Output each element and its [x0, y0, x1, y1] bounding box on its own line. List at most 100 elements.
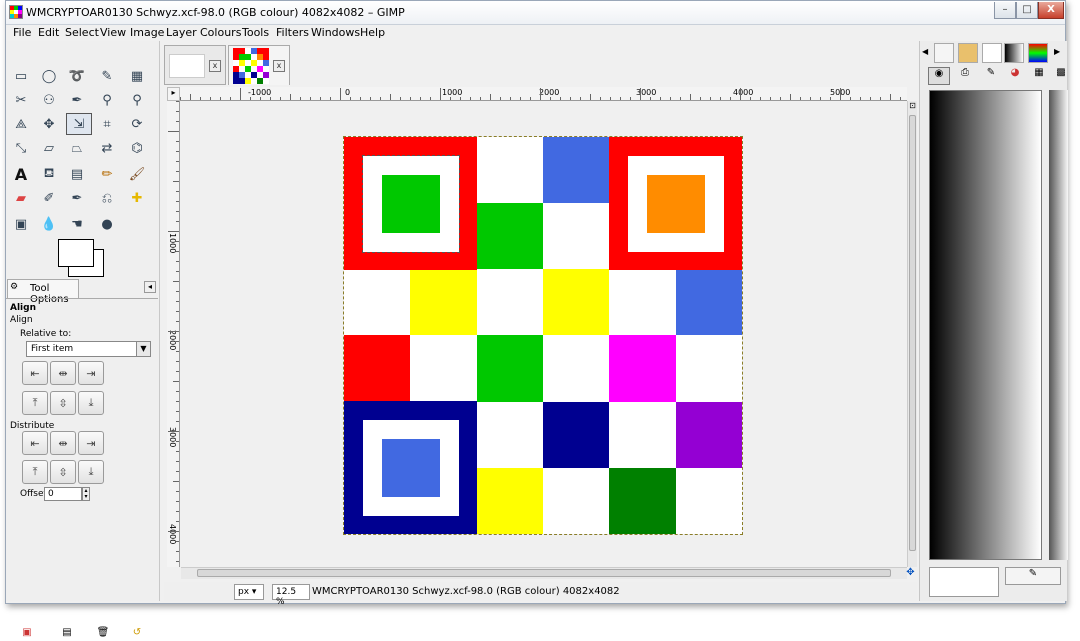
heal-icon[interactable]: ✚ — [124, 187, 150, 209]
tab-colormap[interactable] — [1028, 43, 1048, 63]
printer-icon[interactable]: ⎙ — [954, 67, 976, 85]
dock-left-arrow-icon[interactable]: ◀ — [922, 47, 928, 56]
palette-icon[interactable]: ▦ — [1028, 67, 1050, 85]
tab-brushes[interactable] — [958, 43, 978, 63]
color-icon[interactable]: ◕ — [1004, 67, 1026, 85]
distribute-top-button[interactable]: ⤒ — [22, 460, 48, 484]
menu-layer[interactable]: Layer — [166, 26, 197, 39]
close-icon[interactable]: x — [273, 60, 285, 72]
menu-view[interactable]: View — [100, 26, 126, 39]
distribute-right-button[interactable]: ⇥ — [78, 431, 104, 455]
edit-icon[interactable]: ✎ — [1005, 567, 1061, 585]
free-select-icon[interactable]: ➰ — [64, 65, 90, 87]
navigate-icon[interactable]: ✥ — [904, 567, 917, 580]
bucket-fill-icon[interactable]: ⛾ — [36, 163, 62, 185]
configure-tab-icon[interactable]: ◂ — [144, 281, 156, 293]
relative-to-select[interactable]: First item ▼ — [26, 341, 151, 357]
menu-image[interactable]: Image — [130, 26, 164, 39]
align-right-button[interactable]: ⇥ — [78, 361, 104, 385]
foreground-select-icon[interactable]: ⚇ — [36, 89, 62, 111]
gradient-preview[interactable] — [929, 90, 1042, 560]
distribute-center-button[interactable]: ⇹ — [50, 431, 76, 455]
airbrush-icon[interactable]: ✐ — [36, 187, 62, 209]
text-tool-icon[interactable]: A — [8, 163, 34, 185]
flip-icon[interactable]: ⇄ — [94, 137, 120, 159]
menu-tools[interactable]: Tools — [242, 26, 269, 39]
ruler-corner-icon[interactable]: ▸ — [167, 87, 180, 101]
menu-filters[interactable]: Filters — [276, 26, 309, 39]
perspective-clone-icon[interactable]: ▣ — [8, 213, 34, 235]
menu-colours[interactable]: Colours — [200, 26, 241, 39]
delete-options-icon[interactable]: 🗑 — [96, 627, 110, 639]
gradient-list[interactable] — [1049, 90, 1068, 560]
menu-windows[interactable]: Windows — [311, 26, 360, 39]
blur-icon[interactable]: 💧 — [36, 213, 62, 235]
fuzzy-select-icon[interactable]: ✎ — [94, 65, 120, 87]
save-options-icon[interactable]: ▣ — [20, 627, 34, 639]
image-tab-blank[interactable]: x — [164, 45, 226, 85]
rect-select-icon[interactable]: ▭ — [8, 65, 34, 87]
close-button[interactable]: X — [1038, 2, 1064, 19]
dodge-burn-icon[interactable]: ● — [94, 213, 120, 235]
align-top-button[interactable]: ⤒ — [22, 391, 48, 415]
shear-icon[interactable]: ▱ — [36, 137, 62, 159]
distribute-bottom-button[interactable]: ⤓ — [78, 460, 104, 484]
measure-icon[interactable]: ⟁ — [8, 113, 34, 135]
foreground-color[interactable] — [58, 239, 94, 267]
cage-transform-icon[interactable]: ⌬ — [124, 137, 150, 159]
horizontal-ruler[interactable]: -1000 0 1000 2000 3000 4000 5000 — [180, 87, 907, 101]
gimp-icon[interactable]: ◉ — [928, 67, 950, 85]
align-bottom-button[interactable]: ⤓ — [78, 391, 104, 415]
scale-icon[interactable]: ⤡ — [8, 137, 34, 159]
menu-help[interactable]: Help — [360, 26, 385, 39]
minimize-button[interactable]: – — [994, 2, 1016, 19]
scissors-icon[interactable]: ✂ — [8, 89, 34, 111]
vertical-scroll-thumb[interactable] — [909, 115, 916, 551]
align-icon[interactable]: ⇲ — [66, 113, 92, 135]
menu-file[interactable]: File — [13, 26, 31, 39]
close-icon[interactable]: x — [209, 60, 221, 72]
nav-icon[interactable]: ⊡ — [908, 101, 917, 111]
tab-palettes[interactable] — [934, 43, 954, 63]
maximize-button[interactable]: □ — [1016, 2, 1038, 19]
paintbrush-icon[interactable]: 🖌 — [124, 163, 150, 185]
offset-input[interactable]: 0 — [44, 487, 82, 501]
pencil-icon[interactable]: ✏ — [94, 163, 120, 185]
blend-icon[interactable]: ▤ — [64, 163, 90, 185]
zoom-select[interactable]: 12.5 % — [272, 584, 310, 607]
offset-spinner[interactable]: ▴ ▾ — [82, 487, 90, 501]
paths-icon[interactable]: ✒ — [64, 89, 90, 111]
distribute-left-button[interactable]: ⇤ — [22, 431, 48, 455]
rotate-icon[interactable]: ⟳ — [124, 113, 150, 135]
select-by-color-icon[interactable]: ▦ — [124, 65, 150, 87]
horizontal-scrollbar[interactable] — [181, 567, 907, 579]
tab-patterns[interactable] — [982, 43, 1002, 63]
brush-icon[interactable]: ✎ — [980, 67, 1002, 85]
align-middle-button[interactable]: ⇳ — [50, 391, 76, 415]
fg-bg-color-swatch[interactable] — [58, 239, 104, 277]
perspective-icon[interactable]: ⏢ — [64, 137, 90, 159]
dock-right-arrow-icon[interactable]: ▶ — [1054, 47, 1060, 56]
clone-icon[interactable]: ⎌ — [94, 187, 120, 209]
vertical-scrollbar[interactable]: ⊡ — [907, 101, 917, 567]
menu-select[interactable]: Select — [65, 26, 99, 39]
align-center-button[interactable]: ⇹ — [50, 361, 76, 385]
tab-gradients[interactable] — [1004, 43, 1024, 63]
eraser-icon[interactable]: ▰ — [8, 187, 34, 209]
horizontal-scroll-thumb[interactable] — [197, 569, 891, 577]
color-picker-icon[interactable]: ⚲ — [94, 89, 120, 111]
smudge-icon[interactable]: ☚ — [64, 213, 90, 235]
zoom-icon[interactable]: ⚲ — [124, 89, 150, 111]
ellipse-select-icon[interactable]: ◯ — [36, 65, 62, 87]
vertical-ruler[interactable]: 1000 2000 3000 4000 — [167, 101, 180, 567]
extra-icon[interactable]: ▩ — [1050, 67, 1072, 85]
unit-select[interactable]: px ▾ — [234, 584, 264, 600]
image-canvas[interactable] — [181, 101, 907, 567]
align-left-button[interactable]: ⇤ — [22, 361, 48, 385]
crop-icon[interactable]: ⌗ — [94, 113, 120, 135]
restore-options-icon[interactable]: ▤ — [60, 627, 74, 639]
move-icon[interactable]: ✥ — [36, 113, 62, 135]
ink-icon[interactable]: ✒ — [64, 187, 90, 209]
reset-options-icon[interactable]: ↺ — [130, 627, 144, 639]
image-tab-active[interactable]: x — [228, 45, 290, 85]
